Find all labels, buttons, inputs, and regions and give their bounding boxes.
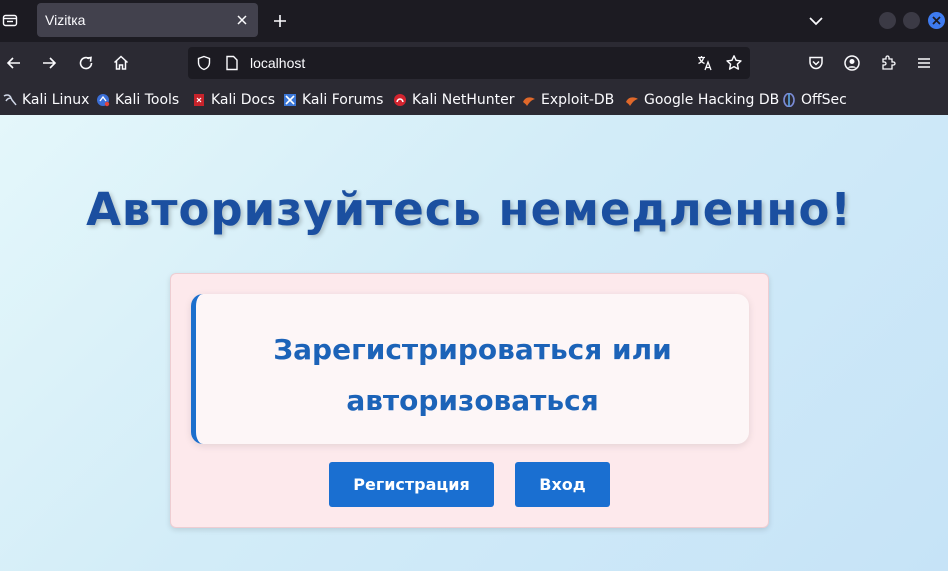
chevron-down-icon[interactable]: [807, 12, 825, 30]
new-tab-plus-icon[interactable]: [271, 12, 289, 30]
maximize-window-button[interactable]: [903, 12, 920, 29]
browser-tab[interactable]: Vizitка: [37, 3, 258, 37]
bookmark-kali-docs[interactable]: Kali Docs: [192, 90, 275, 110]
kali-tools-icon: [97, 94, 110, 107]
translate-icon[interactable]: [696, 54, 714, 72]
bookmark-kali-tools[interactable]: Kali Tools: [96, 90, 179, 110]
account-icon[interactable]: [843, 54, 861, 72]
page-content: Авторизуйтесь немедленно! Зарегистрирова…: [0, 115, 948, 571]
kali-dragon-icon: [3, 94, 17, 106]
star-bookmark-icon[interactable]: [725, 54, 743, 72]
nethunter-icon: [394, 94, 406, 106]
url-bar[interactable]: localhost: [188, 47, 750, 79]
bookmark-label: Kali Docs: [211, 92, 276, 108]
tab-title: Vizitка: [45, 12, 86, 28]
reload-icon[interactable]: [77, 54, 95, 72]
home-icon[interactable]: [112, 54, 130, 72]
pocket-icon[interactable]: [807, 54, 825, 72]
page-icon[interactable]: [225, 55, 239, 71]
bookmark-label: Kali NetHunter: [412, 92, 515, 108]
auth-message-box: Зарегистрироваться или авторизоваться: [191, 294, 749, 444]
bookmark-label: Kali Linux: [22, 92, 90, 108]
offsec-icon: [783, 93, 795, 107]
firefox-view-icon[interactable]: [2, 12, 18, 28]
page-heading: Авторизуйтесь немедленно!: [86, 183, 852, 236]
close-tab-icon[interactable]: [235, 13, 249, 27]
bookmark-google-hacking-db[interactable]: Google Hacking DB: [625, 90, 779, 110]
auth-message: Зарегистрироваться или авторизоваться: [273, 333, 672, 417]
back-arrow-icon[interactable]: [5, 54, 23, 72]
bookmark-exploit-db[interactable]: Exploit-DB: [522, 90, 614, 110]
bookmarks-toolbar: Kali Linux Kali Tools Kali Docs Kali For…: [0, 84, 948, 115]
close-window-button[interactable]: [928, 12, 945, 29]
bookmark-label: OffSec: [801, 92, 847, 108]
url-text[interactable]: localhost: [250, 55, 305, 71]
bookmark-kali-linux[interactable]: Kali Linux: [3, 90, 89, 110]
bookmark-label: Kali Tools: [115, 92, 180, 108]
kali-forums-icon: [284, 94, 296, 106]
kali-docs-icon: [194, 94, 204, 106]
close-icon: [932, 16, 941, 25]
extensions-puzzle-icon[interactable]: [879, 54, 897, 72]
bookmark-kali-nethunter[interactable]: Kali NetHunter: [393, 90, 514, 110]
bookmark-kali-forums[interactable]: Kali Forums: [283, 90, 383, 110]
hamburger-menu-icon[interactable]: [915, 54, 933, 72]
register-button[interactable]: Регистрация: [329, 462, 494, 507]
ghdb-icon: [626, 97, 638, 106]
bookmark-offsec[interactable]: OffSec: [782, 90, 847, 110]
exploit-db-icon: [523, 97, 535, 106]
minimize-window-button[interactable]: [879, 12, 896, 29]
bookmark-label: Exploit-DB: [541, 92, 615, 108]
bookmark-label: Kali Forums: [302, 92, 384, 108]
auth-card: Зарегистрироваться или авторизоваться Ре…: [170, 273, 769, 528]
navigation-toolbar: localhost: [0, 42, 948, 84]
shield-icon[interactable]: [196, 55, 212, 71]
tab-strip: Vizitка: [0, 0, 948, 42]
login-button[interactable]: Вход: [515, 462, 610, 507]
forward-arrow-icon[interactable]: [40, 54, 58, 72]
bookmark-label: Google Hacking DB: [644, 92, 780, 108]
